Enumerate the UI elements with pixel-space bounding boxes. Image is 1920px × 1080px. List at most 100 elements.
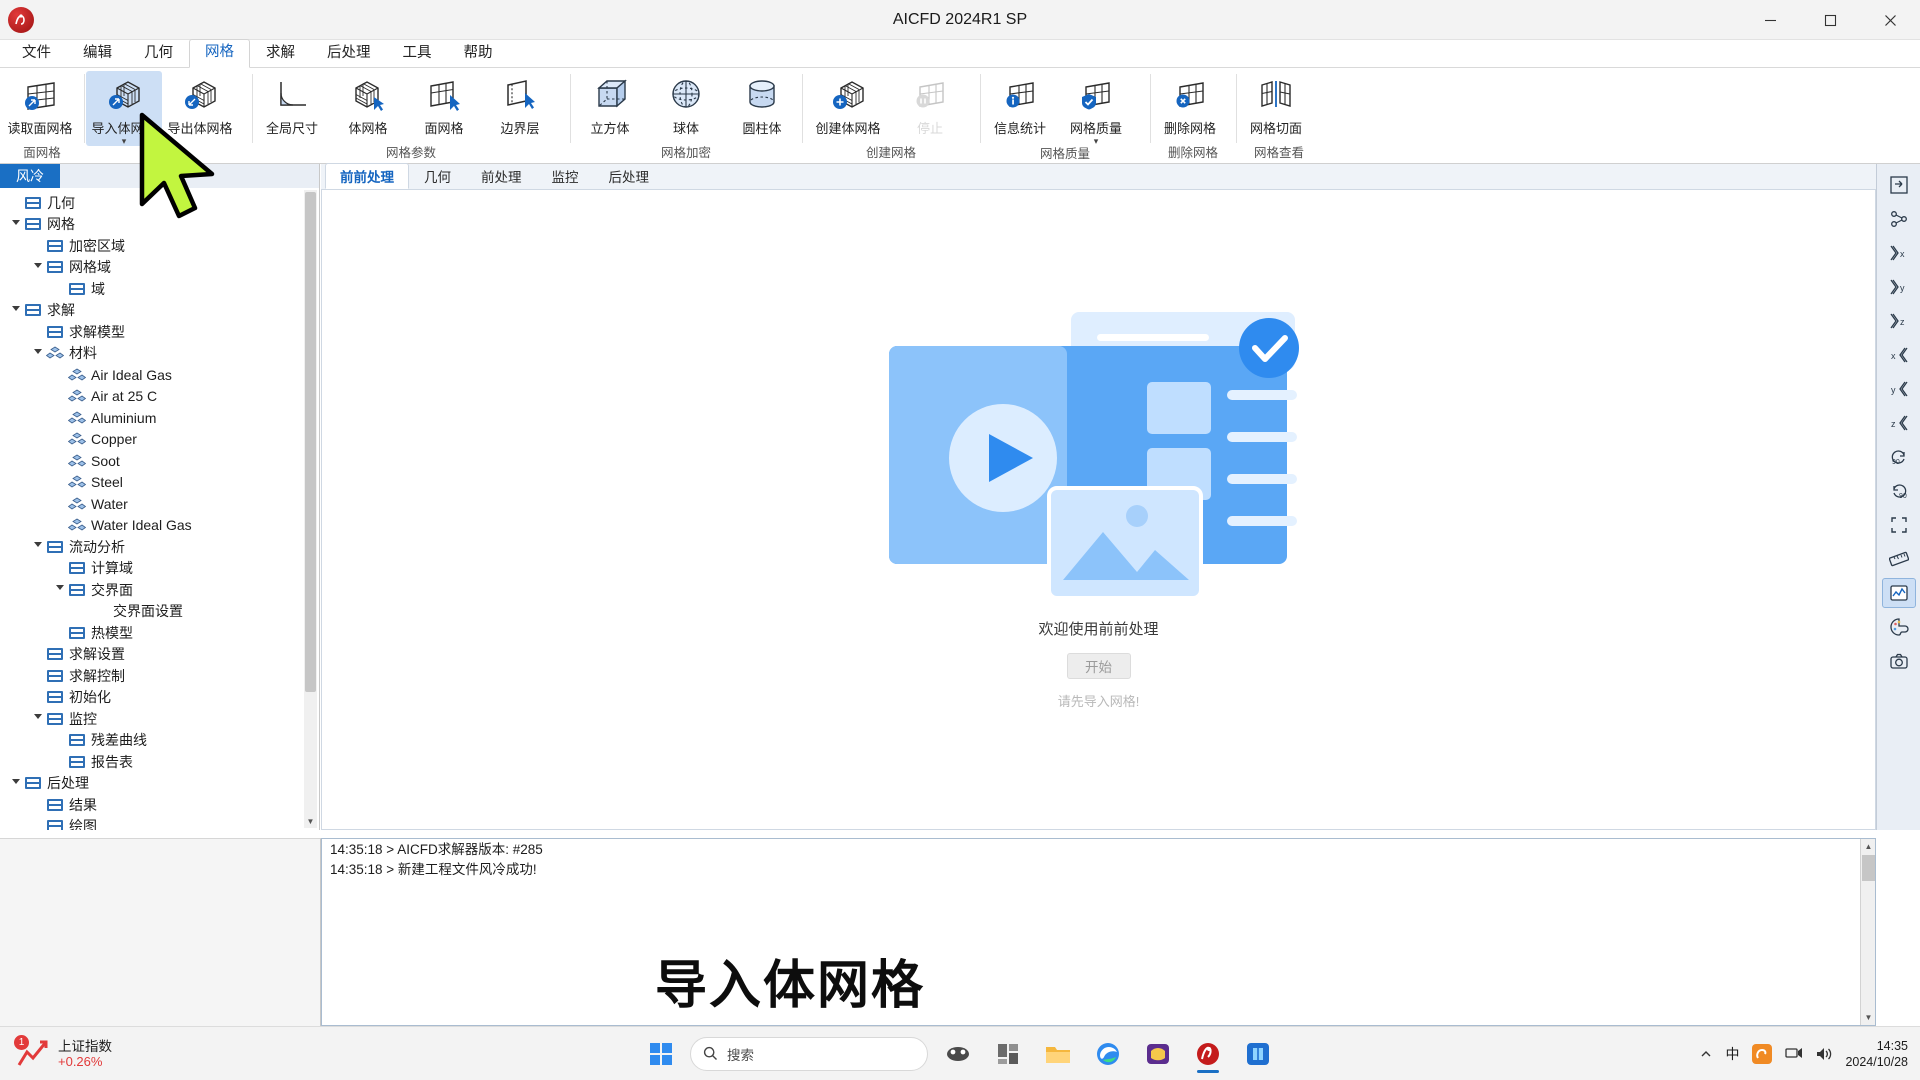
tree-item[interactable]: 热模型 <box>0 622 319 644</box>
mail-app-icon[interactable] <box>1138 1034 1178 1074</box>
tree-item[interactable]: Water <box>0 493 319 515</box>
tree-item[interactable]: 加密区域 <box>0 235 319 257</box>
tree-item[interactable]: 网格 <box>0 214 319 236</box>
tree-item[interactable]: 材料 <box>0 343 319 365</box>
ribbon-button-boundary-layer[interactable]: 边界层 <box>482 71 558 139</box>
fit-view-icon[interactable] <box>1882 170 1916 200</box>
axis-y-icon[interactable]: y <box>1882 272 1916 302</box>
tab-pre-pre-process[interactable]: 前前处理 <box>325 163 409 189</box>
menu-item-mesh[interactable]: 网格 <box>189 39 250 68</box>
tree-twisty[interactable] <box>8 306 24 315</box>
ribbon-button-delete-mesh[interactable]: 删除网格 <box>1152 71 1228 139</box>
tree-item[interactable]: Aluminium <box>0 407 319 429</box>
chevron-down-icon[interactable] <box>12 779 20 788</box>
scroll-down-icon[interactable]: ▼ <box>1861 1010 1876 1025</box>
tab-preprocess[interactable]: 前处理 <box>466 163 537 189</box>
windows-start-icon[interactable] <box>642 1035 680 1073</box>
axis-x-icon[interactable]: x <box>1882 340 1916 370</box>
ribbon-button-cube[interactable]: 立方体 <box>572 71 648 139</box>
ribbon-button-cylinder[interactable]: 圆柱体 <box>724 71 800 139</box>
chevron-down-icon[interactable] <box>34 263 42 272</box>
menu-item-solve[interactable]: 求解 <box>250 40 311 68</box>
search-input[interactable]: 搜索 <box>690 1037 928 1071</box>
ribbon-button-mesh-section[interactable]: 网格切面 <box>1238 71 1314 139</box>
tree-item[interactable]: Soot <box>0 450 319 472</box>
tree-item[interactable]: 残差曲线 <box>0 730 319 752</box>
edge-browser-icon[interactable] <box>1088 1034 1128 1074</box>
maximize-icon[interactable] <box>1800 0 1860 40</box>
tree-item[interactable]: 计算域 <box>0 558 319 580</box>
rotate-90-ccw-icon[interactable]: 90 <box>1882 442 1916 472</box>
log-scrollbar[interactable]: ▲ ▼ <box>1860 839 1875 1025</box>
ribbon-button-create-volume-mesh[interactable]: 创建体网格 <box>804 71 892 139</box>
menu-item-file[interactable]: 文件 <box>6 40 67 68</box>
menu-item-tools[interactable]: 工具 <box>387 40 448 68</box>
ribbon-button-sphere[interactable]: 球体 <box>648 71 724 139</box>
fullscreen-icon[interactable] <box>1882 510 1916 540</box>
axis-z-neg-icon[interactable]: z <box>1882 408 1916 438</box>
menu-item-help[interactable]: 帮助 <box>448 40 509 68</box>
chevron-down-icon[interactable]: ▾ <box>122 138 127 144</box>
project-tree[interactable]: 几何网格加密区域网格域域求解求解模型材料Air Ideal GasAir at … <box>0 188 319 830</box>
tree-item[interactable]: 求解控制 <box>0 665 319 687</box>
file-explorer-icon[interactable] <box>1038 1034 1078 1074</box>
ruler-icon[interactable] <box>1882 544 1916 574</box>
chart-icon[interactable] <box>1882 578 1916 608</box>
volume-icon[interactable] <box>1815 1046 1833 1062</box>
tab-postprocess[interactable]: 后处理 <box>594 163 665 189</box>
tree-item[interactable]: 求解 <box>0 300 319 322</box>
tree-twisty[interactable] <box>8 220 24 229</box>
ribbon-button-surface-mesh-param[interactable]: 面网格 <box>406 71 482 139</box>
tree-item[interactable]: 域 <box>0 278 319 300</box>
tree-item[interactable]: 监控 <box>0 708 319 730</box>
tree-item[interactable]: 求解模型 <box>0 321 319 343</box>
camera-icon[interactable] <box>1882 646 1916 676</box>
tree-item[interactable]: 几何 <box>0 192 319 214</box>
taskbar-clock[interactable]: 14:35 2024/10/28 <box>1845 1038 1908 1070</box>
tree-item[interactable]: 交界面设置 <box>0 601 319 623</box>
tree-item[interactable]: 网格域 <box>0 257 319 279</box>
axis-z-icon[interactable]: z <box>1882 306 1916 336</box>
tree-twisty[interactable] <box>30 349 46 358</box>
chevron-down-icon[interactable] <box>12 220 20 229</box>
ribbon-button-mesh-quality[interactable]: 网格质量 ▾ <box>1058 71 1134 146</box>
aicfd-app-icon[interactable] <box>1188 1034 1228 1074</box>
tree-item[interactable]: 初始化 <box>0 687 319 709</box>
ribbon-button-import-volume-mesh[interactable]: 导入体网格 ▾ <box>86 71 162 146</box>
tree-item[interactable]: 交界面 <box>0 579 319 601</box>
chevron-up-icon[interactable] <box>1699 1047 1713 1061</box>
tree-item[interactable]: Air at 25 C <box>0 386 319 408</box>
scroll-up-icon[interactable]: ▲ <box>1861 839 1876 854</box>
rotate-90-cw-icon[interactable]: 90 <box>1882 476 1916 506</box>
ribbon-button-global-size[interactable]: 全局尺寸 <box>254 71 330 139</box>
close-icon[interactable] <box>1860 0 1920 40</box>
tab-monitor[interactable]: 监控 <box>537 163 594 189</box>
axis-y-neg-icon[interactable]: y <box>1882 374 1916 404</box>
chevron-down-icon[interactable] <box>56 585 64 594</box>
tree-item[interactable]: Air Ideal Gas <box>0 364 319 386</box>
tree-scrollbar[interactable]: ▲ ▼ <box>304 190 317 828</box>
chevron-down-icon[interactable] <box>34 542 42 551</box>
scroll-down-icon[interactable]: ▼ <box>304 814 317 828</box>
node-tree-icon[interactable] <box>1882 204 1916 234</box>
chevron-down-icon[interactable] <box>34 349 42 358</box>
tree-twisty[interactable] <box>8 779 24 788</box>
tree-item[interactable]: Water Ideal Gas <box>0 515 319 537</box>
task-view-icon[interactable] <box>938 1034 978 1074</box>
tree-item[interactable]: 结果 <box>0 794 319 816</box>
tree-twisty[interactable] <box>30 542 46 551</box>
tree-item[interactable]: 绘图 <box>0 816 319 831</box>
ime-chinese-icon[interactable]: 中 <box>1725 1044 1739 1064</box>
ribbon-button-mesh-info[interactable]: 信息统计 <box>982 71 1058 139</box>
menu-item-postprocess[interactable]: 后处理 <box>311 40 387 68</box>
scrollbar-thumb[interactable] <box>1862 855 1875 881</box>
palette-icon[interactable] <box>1882 612 1916 642</box>
axis-xz-icon[interactable]: x <box>1882 238 1916 268</box>
tree-item[interactable]: 后处理 <box>0 773 319 795</box>
tree-twisty[interactable] <box>30 263 46 272</box>
tree-twisty[interactable] <box>52 585 68 594</box>
tree-twisty[interactable] <box>30 714 46 723</box>
tab-geometry[interactable]: 几何 <box>409 163 466 189</box>
start-button[interactable]: 开始 <box>1067 653 1131 679</box>
chevron-down-icon[interactable] <box>12 306 20 315</box>
